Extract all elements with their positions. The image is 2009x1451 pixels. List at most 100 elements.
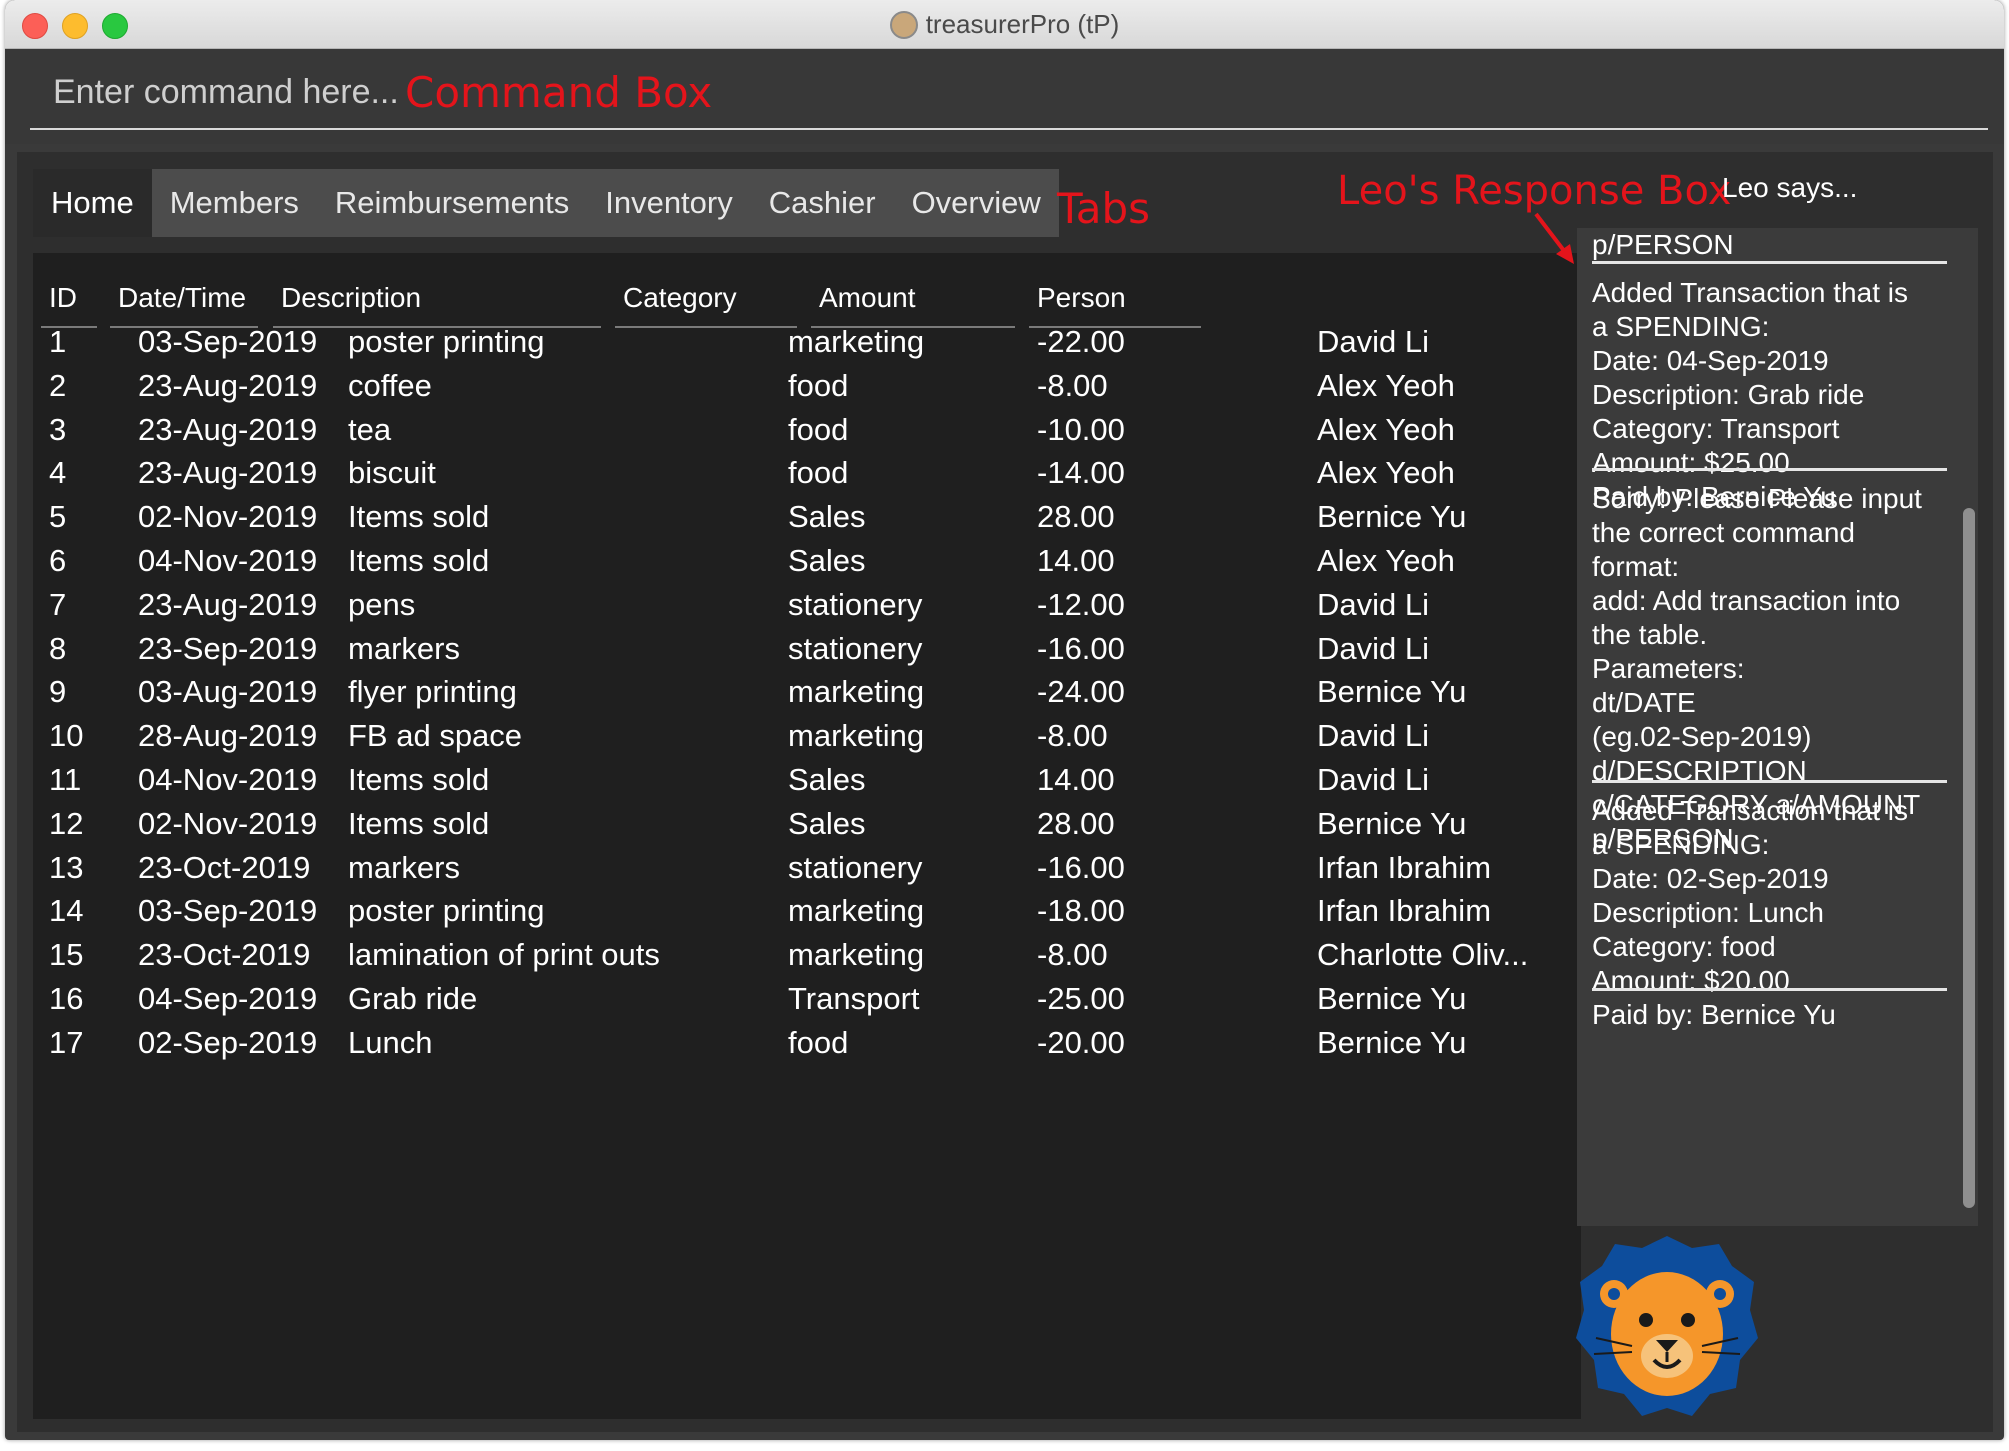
- response-message: Added Transaction that is a SPENDING: Da…: [1592, 795, 1908, 1030]
- response-message: Added Transaction that is a SPENDING: Da…: [1592, 277, 1908, 512]
- window-title-wrap: treasurerPro (tP): [5, 9, 2004, 40]
- cell-id: 17: [49, 1024, 84, 1060]
- cell-id: 13: [49, 849, 84, 885]
- cell-person: David Li: [1317, 718, 1429, 754]
- cell-amount: -16.00: [1037, 630, 1125, 666]
- cell-datetime: 23-Oct-2019: [138, 849, 311, 885]
- cell-amount: -8.00: [1037, 718, 1108, 754]
- cell-category: Transport: [788, 981, 920, 1016]
- app-lion-icon: [889, 11, 918, 39]
- header-datetime[interactable]: Date/Time: [118, 282, 246, 314]
- cell-person: David Li: [1317, 630, 1429, 666]
- cell-datetime: 02-Sep-2019: [138, 1024, 318, 1060]
- cell-category: stationery: [788, 630, 923, 666]
- cell-person: David Li: [1317, 324, 1429, 359]
- cell-description: coffee: [348, 367, 432, 403]
- cell-id: 8: [49, 630, 67, 666]
- table-row[interactable]: 17 02-Sep-2019 Lunch food -20.00 Bernice Yu: [33, 1015, 1581, 1071]
- command-box-annotation: Command Box: [405, 68, 713, 117]
- cell-datetime: 04-Sep-2019: [138, 981, 318, 1016]
- cell-description: poster printing: [348, 324, 545, 359]
- cell-description: flyer printing: [348, 674, 517, 710]
- response-message: p/PERSON: [1592, 229, 1734, 260]
- cell-amount: -8.00: [1037, 367, 1108, 403]
- cell-category: marketing: [788, 937, 925, 973]
- cell-amount: -8.00: [1037, 937, 1108, 973]
- cell-category: Sales: [788, 762, 866, 797]
- message-divider: [1592, 261, 1947, 264]
- cell-person: David Li: [1317, 762, 1429, 797]
- cell-category: stationery: [788, 849, 923, 885]
- cell-amount: 28.00: [1037, 499, 1115, 535]
- cell-datetime: 03-Sep-2019: [138, 893, 318, 929]
- cell-datetime: 28-Aug-2019: [138, 718, 318, 754]
- cell-amount: -10.00: [1037, 411, 1125, 447]
- cell-description: lamination of print outs: [348, 937, 660, 973]
- cell-amount: 28.00: [1037, 805, 1115, 841]
- response-box[interactable]: p/PERSON Added Transaction that is a SPEN…: [1577, 228, 1978, 1226]
- cell-datetime: 23-Oct-2019: [138, 937, 311, 973]
- tab-reimbursements[interactable]: Reimbursements: [317, 169, 587, 237]
- cell-description: biscuit: [348, 455, 436, 491]
- cell-category: Sales: [788, 543, 866, 578]
- header-person[interactable]: Person: [1037, 282, 1126, 314]
- command-underline: [30, 128, 1988, 130]
- header-category[interactable]: Category: [623, 282, 737, 314]
- cell-description: markers: [348, 630, 460, 666]
- leo-says-label: Leo says...: [1722, 172, 1858, 203]
- command-input[interactable]: [53, 73, 1953, 112]
- cell-person: Bernice Yu: [1317, 499, 1467, 535]
- cell-id: 2: [49, 367, 67, 403]
- cell-person: Bernice Yu: [1317, 1024, 1467, 1060]
- tab-overview[interactable]: Overview: [894, 169, 1059, 237]
- cell-description: Items sold: [348, 499, 490, 535]
- cell-datetime: 23-Aug-2019: [138, 367, 318, 403]
- cell-id: 3: [49, 411, 67, 447]
- cell-category: food: [788, 1024, 849, 1060]
- cell-id: 5: [49, 499, 67, 535]
- cell-category: food: [788, 367, 849, 403]
- cell-datetime: 23-Aug-2019: [138, 455, 318, 491]
- header-amount[interactable]: Amount: [819, 282, 916, 314]
- cell-datetime: 03-Sep-2019: [138, 324, 318, 359]
- cell-person: Irfan Ibrahim: [1317, 849, 1492, 885]
- cell-person: Alex Yeoh: [1317, 455, 1455, 491]
- main-panel: Home Members Reimbursements Inventory Cashie…: [17, 152, 1993, 1432]
- cell-description: FB ad space: [348, 718, 523, 754]
- cell-id: 7: [49, 586, 67, 622]
- cell-category: Sales: [788, 499, 866, 535]
- tab-cashier[interactable]: Cashier: [751, 169, 894, 237]
- cell-person: Charlotte Oliv...: [1317, 937, 1529, 973]
- title-bar: treasurerPro (tP): [5, 0, 2004, 49]
- cell-amount: -20.00: [1037, 1024, 1125, 1060]
- cell-amount: -18.00: [1037, 893, 1125, 929]
- cell-description: markers: [348, 849, 460, 885]
- cell-category: marketing: [788, 674, 925, 710]
- cell-person: Alex Yeoh: [1317, 543, 1455, 578]
- tab-home[interactable]: Home: [33, 169, 152, 237]
- response-scrollbar[interactable]: [1963, 508, 1975, 1208]
- cell-category: marketing: [788, 324, 925, 359]
- cell-datetime: 23-Aug-2019: [138, 411, 318, 447]
- response-box-annotation: Leo's Response Box: [1337, 168, 1732, 214]
- cell-amount: -16.00: [1037, 849, 1125, 885]
- cell-description: Items sold: [348, 543, 490, 578]
- tab-inventory[interactable]: Inventory: [587, 169, 751, 237]
- header-description[interactable]: Description: [281, 282, 421, 314]
- cell-category: Sales: [788, 805, 866, 841]
- cell-amount: -12.00: [1037, 586, 1125, 622]
- tab-members[interactable]: Members: [152, 169, 317, 237]
- cell-person: Irfan Ibrahim: [1317, 893, 1492, 929]
- cell-id: 10: [49, 718, 84, 754]
- cell-amount: -24.00: [1037, 674, 1125, 710]
- cell-category: food: [788, 455, 849, 491]
- cell-description: Items sold: [348, 805, 490, 841]
- cell-datetime: 03-Aug-2019: [138, 674, 318, 710]
- cell-id: 9: [49, 674, 67, 710]
- cell-id: 11: [49, 762, 82, 797]
- header-id[interactable]: ID: [49, 282, 77, 314]
- cell-person: Bernice Yu: [1317, 805, 1467, 841]
- transaction-table: ID Date/Time Description Category Amount…: [33, 253, 1581, 1419]
- cell-id: 4: [49, 455, 67, 491]
- cell-amount: -22.00: [1037, 324, 1125, 359]
